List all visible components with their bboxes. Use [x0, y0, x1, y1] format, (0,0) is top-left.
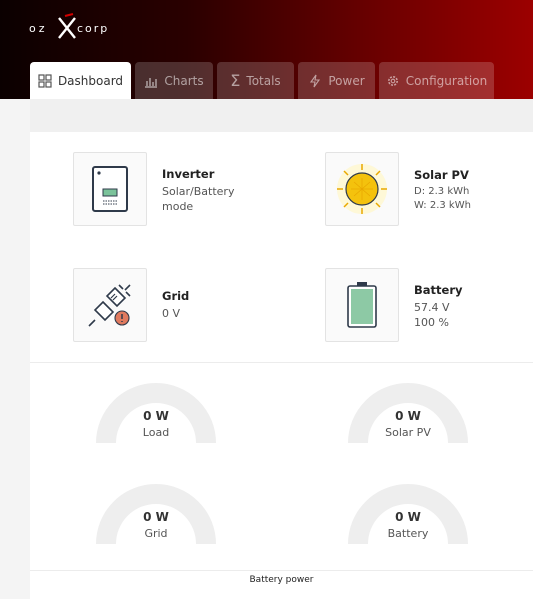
gauge-value: 0 W [143, 409, 169, 423]
svg-text:oz: oz [29, 22, 48, 35]
gauge-value: 0 W [395, 409, 421, 423]
grid-title: Grid [162, 289, 190, 303]
solar-info: Solar PV D: 2.3 kWh W: 2.3 kWh [414, 168, 471, 213]
tab-label: Charts [164, 73, 204, 88]
gauge-value: 0 W [395, 510, 421, 524]
battery-voltage: 57.4 V [414, 301, 450, 314]
sun-icon [337, 164, 387, 214]
battery-title: Battery [414, 283, 463, 297]
app-header: oz corp Dashboard Charts Σ Totals Power … [0, 0, 533, 99]
battery-info: Battery 57.4 V 100 % [414, 283, 463, 330]
inverter-mode-line1: Solar/Battery [162, 185, 235, 198]
section-divider [30, 362, 533, 363]
grid-info: Grid 0 V [162, 289, 189, 321]
inverter-card[interactable] [73, 152, 147, 226]
toolbar-strip [30, 99, 533, 132]
tab-configuration[interactable]: Configuration [379, 62, 494, 99]
lightning-icon [310, 74, 321, 87]
inverter-info: Inverter Solar/Battery mode [162, 167, 234, 214]
grid-voltage: 0 V [162, 307, 181, 320]
section-divider [30, 570, 533, 571]
solar-weekly: W: 2.3 kWh [414, 200, 471, 211]
gauge-label: Load [142, 426, 170, 439]
battery-card[interactable] [325, 268, 399, 342]
tab-totals[interactable]: Σ Totals [217, 62, 294, 99]
solar-daily: D: 2.3 kWh [414, 186, 470, 197]
battery-gauge: 0 W Battery [348, 484, 468, 546]
inverter-icon [92, 166, 128, 212]
battery-percent: 100 % [414, 316, 449, 329]
tab-label: Totals [246, 73, 281, 88]
dashboard-grid-icon [38, 73, 52, 88]
inverter-title: Inverter [162, 167, 215, 181]
sigma-icon: Σ [230, 70, 241, 90]
gauge-label: Grid [144, 527, 168, 540]
tab-dashboard[interactable]: Dashboard [30, 62, 131, 99]
inverter-mode-line2: mode [162, 200, 194, 213]
battery-power-chart-title: Battery power [249, 575, 314, 585]
grid-gauge: 0 W Grid [96, 484, 216, 546]
gear-icon [387, 75, 398, 86]
load-gauge: 0 W Load [96, 383, 216, 445]
solar-card[interactable] [325, 152, 399, 226]
solar-gauge: 0 W Solar PV [348, 383, 468, 445]
solar-title: Solar PV [414, 168, 469, 182]
tab-label: Configuration [405, 73, 488, 88]
bar-chart-icon [145, 77, 158, 88]
gauge-value: 0 W [143, 510, 169, 524]
battery-icon [347, 282, 377, 328]
gauge-label: Solar PV [385, 426, 431, 439]
tab-charts[interactable]: Charts [135, 62, 213, 99]
plug-icon [88, 284, 131, 327]
gauge-label: Battery [387, 527, 429, 540]
tab-power[interactable]: Power [298, 62, 375, 99]
grid-card[interactable] [73, 268, 147, 342]
tab-label: Dashboard [57, 73, 124, 88]
ozxcorp-logo: oz corp [29, 13, 109, 39]
svg-text:corp: corp [77, 22, 109, 35]
tab-label: Power [328, 73, 365, 88]
